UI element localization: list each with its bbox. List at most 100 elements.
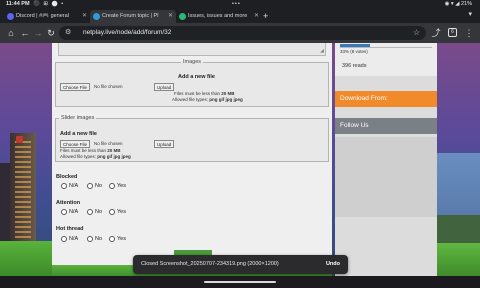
download-from-header: Download From:: [335, 91, 437, 107]
tab-close-icon[interactable]: ✕: [82, 10, 87, 23]
tab-title: Discord | #🎮 general: [16, 13, 69, 19]
radio-label: No: [95, 236, 103, 242]
images-upload-button[interactable]: Upload: [154, 83, 175, 91]
tab-title: Issues, issues and more: [188, 13, 248, 19]
bookmark-star-icon[interactable]: ☆: [413, 26, 420, 40]
page-viewport: ◢ Images Add a new file Choose File No f…: [0, 43, 480, 276]
images-choose-file-button[interactable]: Choose File: [60, 83, 91, 91]
hint-types-prefix: Allowed file types:: [60, 154, 97, 159]
gesture-nav-bar: [0, 276, 480, 288]
radio-circle-icon: [109, 183, 115, 189]
sidebar: 33% (8 votes) 396 reads Download From: F…: [335, 43, 437, 276]
notification-icons: ⚫ ⊞ ⬤ •: [33, 1, 65, 7]
attention-label: Attention: [56, 200, 81, 206]
new-tab-icon[interactable]: +: [263, 9, 268, 23]
radio-circle-icon: [87, 183, 93, 189]
background-scene-left: [0, 43, 52, 276]
address-bar[interactable]: ⚙ netplay.live/node/add/forum/32 ☆: [59, 26, 426, 40]
images-types-hint: Allowed file types: png gif jpg jpeg: [172, 97, 243, 103]
snackbar-message: Closed Screenshot_20250707-234319.png (2…: [141, 261, 279, 267]
hint-size-prefix: Files must be less than: [174, 91, 221, 96]
back-icon[interactable]: ←: [18, 26, 32, 40]
url-text[interactable]: netplay.live/node/add/forum/32: [83, 26, 171, 40]
slider-images-legend: Slider images: [61, 115, 95, 121]
poll-block: 33% (8 votes) 396 reads: [335, 43, 437, 76]
discord-favicon-icon: [7, 13, 14, 20]
background-scene-right: [437, 43, 480, 276]
hot-thread-label: Hot thread: [56, 226, 84, 232]
tab-issues[interactable]: Issues, issues and more ✕: [176, 10, 262, 23]
site-favicon-icon: [179, 13, 186, 20]
status-time: 11:44 PM: [6, 1, 30, 7]
reload-icon[interactable]: ↻: [44, 26, 58, 40]
slider-no-file-text: No file chosen: [94, 141, 123, 146]
radio-circle-icon: [109, 236, 115, 242]
hint-types-prefix: Allowed file types:: [172, 97, 209, 102]
home-gesture-handle[interactable]: [204, 281, 276, 283]
radio-label: N/A: [69, 209, 79, 215]
images-no-file-text: No file chosen: [94, 84, 123, 89]
radio-circle-icon: [109, 209, 115, 215]
follow-us-header: Follow Us: [335, 118, 437, 134]
poll-track: [340, 47, 432, 48]
tab-discord[interactable]: Discord | #🎮 general ✕: [4, 10, 90, 23]
add-file-heading: Add a new file: [60, 131, 97, 137]
status-center-dots: •••: [232, 1, 241, 7]
background-grass: [437, 243, 480, 276]
site-settings-icon[interactable]: ⚙: [65, 26, 71, 40]
radio-circle-icon: [61, 236, 67, 242]
radio-label: No: [95, 183, 103, 189]
slider-images-fieldset: Slider images Add a new file Choose File…: [55, 115, 329, 162]
forward-icon[interactable]: →: [31, 26, 45, 40]
sidebar-panel: [335, 137, 437, 217]
images-size-hint: Files must be less than 20 MB: [174, 91, 235, 97]
images-fieldset: Images Add a new file Choose File No fil…: [55, 59, 329, 107]
undo-button[interactable]: Undo: [326, 255, 340, 274]
tab-count-button[interactable]: 6: [448, 28, 457, 37]
read-count: 396 reads: [342, 63, 367, 69]
radio-circle-icon: [61, 209, 67, 215]
tab-strip: Discord | #🎮 general ✕ Create Forum topi…: [0, 9, 480, 23]
hint-size-value: 20 MB: [107, 148, 121, 153]
radio-label: N/A: [69, 236, 79, 242]
tab-title: Create Forum topic | Pl: [102, 13, 159, 19]
hint-types-value: png gif jpg jpeg: [209, 97, 243, 102]
resize-handle-icon[interactable]: ◢: [320, 48, 324, 54]
snackbar: Closed Screenshot_20250707-234319.png (2…: [133, 255, 348, 274]
background-grass: [0, 241, 52, 276]
radio-label: Yes: [117, 183, 126, 189]
slider-size-hint: Files must be less than 20 MB: [60, 148, 121, 154]
radio-circle-icon: [87, 236, 93, 242]
radio-label: Yes: [117, 236, 126, 242]
radio-circle-icon: [61, 183, 67, 189]
status-right-icons: ◉ ▾ ◢ 21%: [444, 1, 472, 7]
blocked-label: Blocked: [56, 174, 78, 180]
site-favicon-icon: [93, 13, 100, 20]
menu-dots-icon[interactable]: ⋮: [462, 26, 476, 40]
radio-label: No: [95, 209, 103, 215]
tab-create-forum-topic[interactable]: Create Forum topic | Pl ✕: [90, 10, 176, 23]
home-icon[interactable]: ⌂: [4, 26, 18, 40]
body-textarea[interactable]: ◢: [58, 43, 326, 56]
tab-close-icon[interactable]: ✕: [168, 10, 173, 23]
hint-size-prefix: Files must be less than: [60, 148, 107, 153]
tab-list-chevron-icon[interactable]: ▾: [468, 10, 472, 18]
background-tower: [10, 133, 36, 253]
forum-form: ◢ Images Add a new file Choose File No f…: [52, 43, 332, 276]
poll-progress-bar: [340, 44, 371, 47]
slider-choose-file-button[interactable]: Choose File: [60, 140, 91, 148]
add-file-heading: Add a new file: [178, 74, 215, 80]
radio-label: N/A: [69, 183, 79, 189]
status-bar: 11:44 PM ⚫ ⊞ ⬤ • ••• ◉ ▾ ◢ 21%: [0, 0, 480, 9]
tab-close-icon[interactable]: ✕: [254, 10, 259, 23]
browser-toolbar: ⌂ ← → ↻ ⚙ netplay.live/node/add/forum/32…: [0, 23, 480, 43]
background-sign: [16, 136, 23, 143]
hint-types-value: png gif jpg jpeg: [97, 154, 131, 159]
slider-upload-button[interactable]: Upload: [154, 140, 175, 148]
hint-size-value: 20 MB: [221, 91, 235, 96]
share-icon[interactable]: ⤴: [429, 26, 443, 40]
poll-result-text: 33% (8 votes): [340, 49, 368, 54]
radio-label: Yes: [117, 209, 126, 215]
slider-types-hint: Allowed file types: png gif jpg jpeg: [60, 154, 131, 160]
images-legend: Images: [182, 59, 202, 65]
